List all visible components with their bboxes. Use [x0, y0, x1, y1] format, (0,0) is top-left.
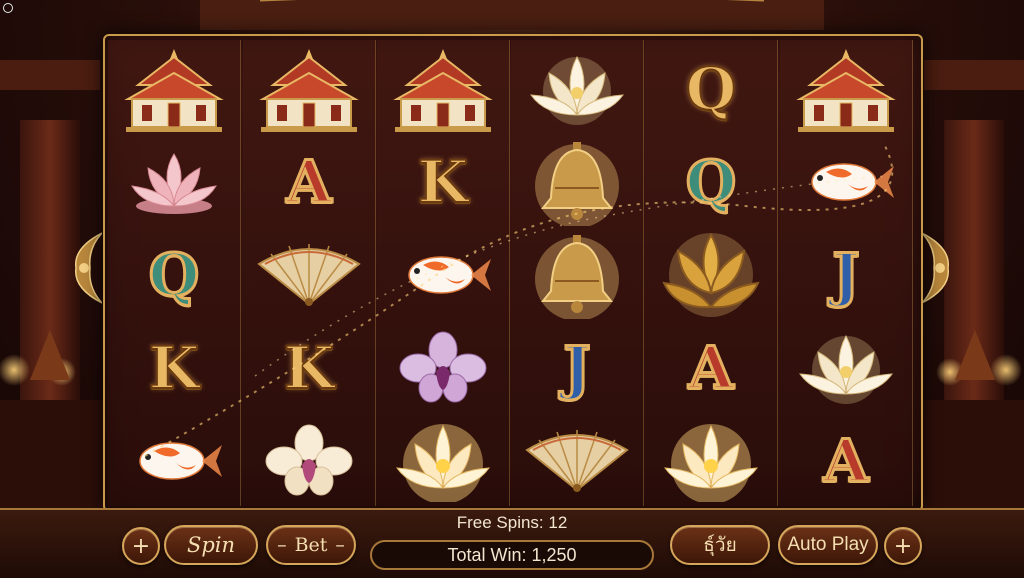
- bell-icon: [511, 228, 643, 321]
- bet-button[interactable]: – Bet –: [266, 525, 356, 565]
- reel-column: J: [511, 40, 644, 506]
- symbol-letter-j: J: [780, 228, 912, 321]
- free-spins-counter: Free Spins: 12: [456, 513, 568, 532]
- reel-column: QQ A: [645, 40, 778, 506]
- reel-frame: QK A K K J Q Q A J A: [103, 34, 923, 512]
- total-win-display: Total Win: 1,250: [370, 540, 654, 570]
- symbol-letter-text: A: [687, 333, 735, 402]
- lotus-gold-icon: [377, 414, 509, 507]
- increase-button[interactable]: +: [884, 527, 922, 565]
- lotus-white-icon: [511, 42, 643, 135]
- temple-icon: [243, 42, 375, 135]
- symbol-letter-k: K: [243, 321, 375, 414]
- settings-dot-icon[interactable]: [3, 3, 13, 13]
- symbol-letter-q: Q: [108, 228, 240, 321]
- orchid-purple-icon: [377, 321, 509, 414]
- symbol-letter-a: A: [243, 135, 375, 228]
- right-ornament-icon: [922, 232, 949, 304]
- symbol-letter-q: Q: [645, 135, 777, 228]
- lotus-pink-icon: [108, 135, 240, 228]
- decrease-button[interactable]: +: [122, 527, 160, 565]
- koi-fish-icon: [108, 414, 240, 507]
- symbol-letter-text: K: [283, 333, 335, 402]
- symbol-letter-text: J: [562, 333, 593, 402]
- symbol-letter-j: J: [511, 321, 643, 414]
- golden-lotus-wild-icon: [645, 228, 777, 321]
- reel-column: QK: [108, 40, 241, 506]
- bet-minus-icon: –: [277, 534, 287, 556]
- fan-icon: [243, 228, 375, 321]
- thai-menu-button[interactable]: ธุ์วัย: [670, 525, 770, 565]
- lotus-gold-icon: [645, 414, 777, 507]
- koi-fish-icon: [780, 135, 912, 228]
- bet-label: Bet: [294, 534, 328, 556]
- symbol-letter-text: Q: [685, 54, 738, 123]
- temple-icon: [108, 42, 240, 135]
- symbol-letter-a: A: [780, 414, 912, 507]
- orchid-white-icon: [243, 414, 375, 507]
- symbol-letter-text: Q: [684, 147, 738, 216]
- bet-plus-icon: –: [335, 534, 345, 556]
- auto-play-button[interactable]: Auto Play: [778, 525, 878, 565]
- symbol-letter-text: K: [417, 147, 469, 216]
- symbol-letter-k: K: [377, 135, 509, 228]
- temple-icon: [377, 42, 509, 135]
- fan-icon: [511, 414, 643, 507]
- symbol-letter-q: Q: [645, 42, 777, 135]
- reel-column: J A: [780, 40, 913, 506]
- temple-icon: [780, 42, 912, 135]
- total-win-text: Total Win: 1,250: [447, 544, 577, 565]
- symbol-letter-text: J: [831, 240, 862, 309]
- symbol-letter-text: A: [285, 147, 333, 216]
- symbol-letter-k: K: [108, 321, 240, 414]
- symbol-letter-text: K: [148, 333, 200, 402]
- symbol-letter-text: Q: [147, 240, 201, 309]
- spin-button[interactable]: Spin: [164, 525, 258, 565]
- auto-play-label: Auto Play: [787, 534, 869, 555]
- thai-label: ธุ์วัย: [703, 534, 737, 556]
- koi-fish-icon: [377, 228, 509, 321]
- reel-column: K: [377, 40, 510, 506]
- left-ornament-icon: [75, 232, 102, 304]
- lotus-white-icon: [780, 321, 912, 414]
- spin-label: Spin: [186, 533, 236, 557]
- reel-column: A K: [243, 40, 376, 506]
- symbol-letter-text: A: [822, 426, 870, 495]
- symbol-letter-a: A: [645, 321, 777, 414]
- bell-icon: [511, 135, 643, 228]
